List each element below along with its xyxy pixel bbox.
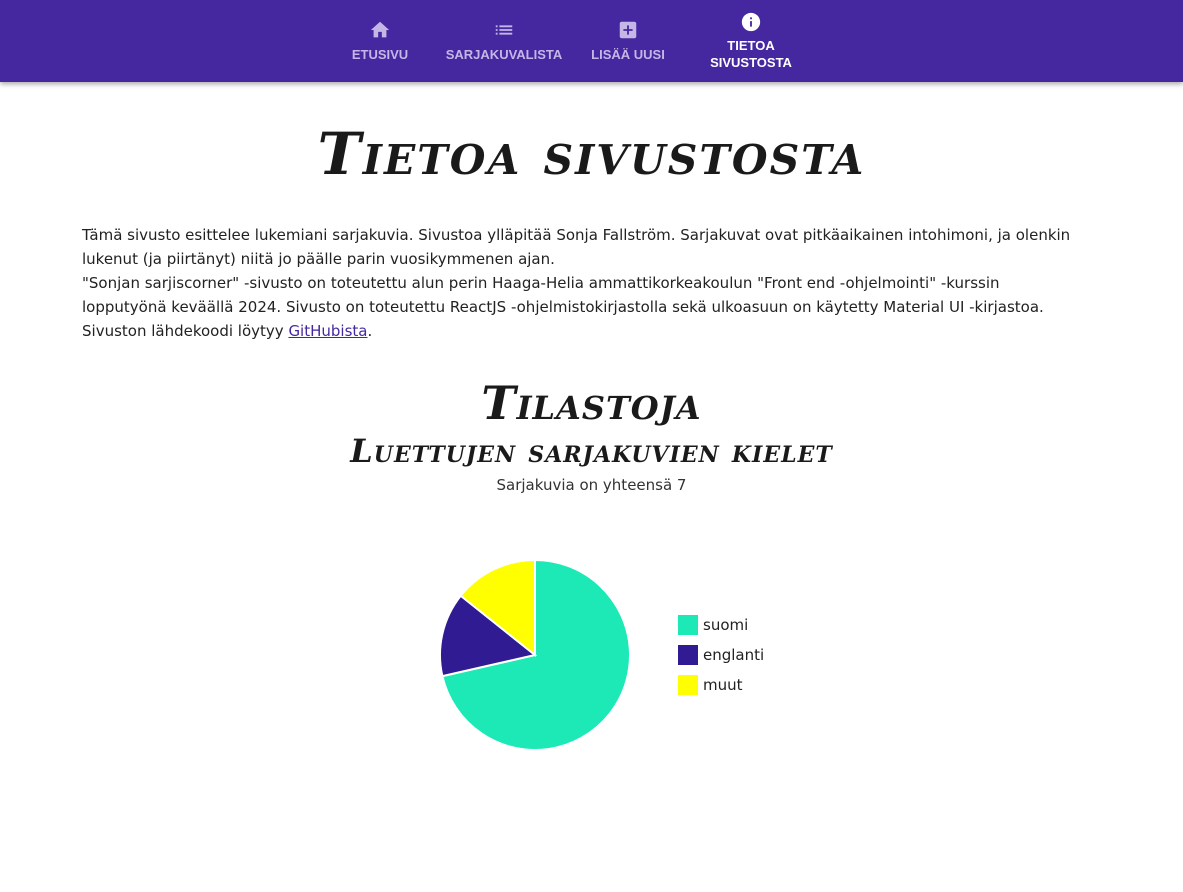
nav-item-tietoa-sivustosta[interactable]: TIETOA SIVUSTOSTA	[700, 0, 802, 82]
legend-label-englanti: englanti	[703, 646, 764, 664]
top-navigation-bar: ETUSIVU SARJAKUVALISTA LISÄÄ UUSI TIETOA…	[0, 0, 1183, 82]
legend-swatch-muut	[678, 675, 698, 695]
legend-swatch-suomi	[678, 615, 698, 635]
comic-count-text: Sarjakuvia on yhteensä 7	[496, 476, 687, 494]
nav-item-label-line2: SIVUSTOSTA	[710, 55, 792, 70]
home-icon	[370, 21, 390, 38]
intro-trailing-period: .	[367, 322, 373, 340]
stats-title: Tilastoja	[481, 376, 702, 430]
intro-paragraph-2: "Sonjan sarjiscorner" -sivusto on toteut…	[82, 271, 1072, 343]
languages-subtitle: Luettujen sarjakuvien kielet	[350, 432, 833, 470]
add-box-icon	[619, 21, 637, 39]
nav-item-label: ETUSIVU	[351, 47, 409, 62]
nav-item-label: SARJAKUVALISTA	[445, 47, 563, 62]
nav-item-lisaa-uusi[interactable]: LISÄÄ UUSI	[582, 0, 674, 82]
legend-label-muut: muut	[703, 676, 743, 694]
intro-paragraph-1: Tämä sivusto esittelee lukemiani sarjaku…	[82, 226, 1071, 268]
legend-swatch-englanti	[678, 645, 698, 665]
legend-label-suomi: suomi	[703, 616, 748, 634]
language-pie-chart: suomi englanti muut	[439, 558, 764, 751]
info-icon	[741, 12, 761, 32]
nav-item-sarjakuvalista[interactable]: SARJAKUVALISTA	[440, 0, 568, 82]
list-icon	[495, 25, 513, 35]
intro-paragraph-2-text: "Sonjan sarjiscorner" -sivusto on toteut…	[82, 274, 1044, 340]
intro-text: Tämä sivusto esittelee lukemiani sarjaku…	[82, 223, 1072, 343]
nav-item-label: LISÄÄ UUSI	[591, 47, 665, 62]
nav-item-etusivu[interactable]: ETUSIVU	[336, 0, 424, 82]
nav-item-label-line1: TIETOA	[727, 38, 775, 53]
github-link[interactable]: GitHubista	[288, 322, 367, 340]
page-title: Tietoa sivustosta	[317, 120, 866, 188]
